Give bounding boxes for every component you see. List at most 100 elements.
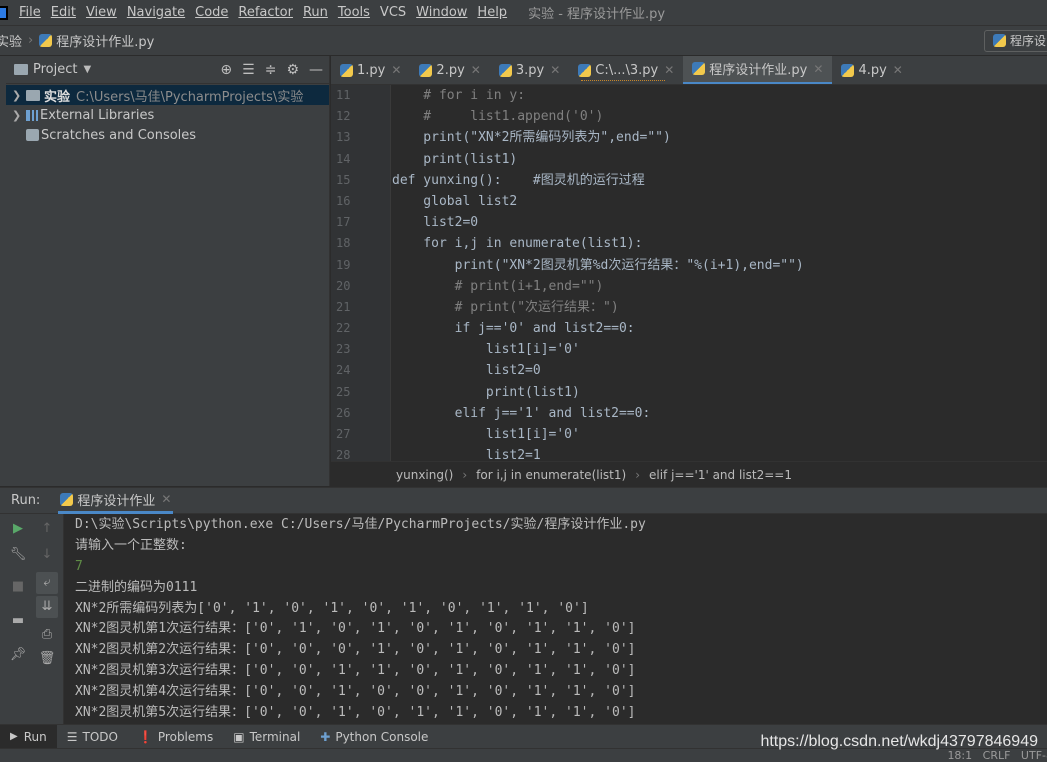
python-file-icon (498, 63, 512, 77)
soft-wrap-icon[interactable]: ⤶ (36, 572, 58, 594)
tool-label: Terminal (249, 729, 301, 744)
tab-1py[interactable]: 1.py ✕ (331, 56, 410, 84)
code-line: if j=='0' and list2==0: (392, 321, 635, 337)
python-file-icon (60, 492, 74, 506)
close-icon[interactable]: ✕ (664, 63, 674, 77)
tool-python-console[interactable]: ✚ Python Console (310, 725, 438, 749)
tab-label: 3.py (515, 62, 545, 78)
line-number: 26 (336, 405, 351, 420)
tab-label: 4.py (858, 62, 887, 78)
tab-label: 2.py (436, 62, 465, 78)
code-editor[interactable]: # for i in y: # list1.append('0') print(… (392, 85, 1047, 461)
console-line: 请输入一个正整数: (75, 537, 187, 553)
chevron-right-icon[interactable]: ❯ (12, 89, 26, 102)
nav-project[interactable]: 实验 (0, 31, 22, 50)
menu-vcs[interactable]: VCS (375, 5, 411, 20)
tree-item-external-libraries[interactable]: ❯ External Libraries (6, 105, 329, 125)
menu-code[interactable]: Code (190, 5, 233, 20)
editor-tabs: 1.py ✕ 2.py ✕ 3.py ✕ C:\...\3.py ✕ 程序设计作业.py… (331, 56, 1047, 85)
menu-window[interactable]: Window (411, 5, 472, 20)
expand-all-icon[interactable]: ☰ (242, 62, 255, 78)
list-icon: ☰ (66, 729, 78, 744)
menu-tools[interactable]: Tools (333, 5, 375, 20)
line-number: 24 (336, 363, 351, 378)
close-icon[interactable]: ✕ (161, 492, 171, 506)
watermark-url: https://blog.csdn.net/wkdj43797846949 (760, 733, 1038, 750)
tab-3py[interactable]: 3.py ✕ (490, 56, 569, 84)
tree-item-scratches[interactable]: Scratches and Consoles (6, 125, 329, 145)
close-icon[interactable]: ✕ (813, 62, 823, 76)
menu-help[interactable]: Help (472, 5, 512, 20)
line-number: 22 (336, 321, 351, 336)
tool-terminal[interactable]: ▣ Terminal (223, 725, 310, 749)
line-number: 20 (336, 278, 351, 293)
rerun-icon[interactable]: ▶ (7, 518, 29, 540)
chevron-right-icon[interactable]: ❯ (12, 109, 26, 122)
locate-icon[interactable]: ⊕ (220, 62, 232, 78)
breadcrumb-for[interactable]: for i,j in enumerate(list1) (476, 468, 626, 482)
tree-item-project-root[interactable]: ❯ 实验 C:\Users\马佳\PycharmProjects\实验 (6, 85, 329, 105)
pin-icon[interactable]: 📌︎ (7, 644, 29, 666)
tab-program-design[interactable]: 程序设计作业.py ✕ (683, 56, 833, 84)
line-number: 12 (336, 109, 351, 124)
tool-label: Run (23, 729, 47, 744)
code-line: # print(i+1,end="") (392, 278, 604, 294)
arrow-down-icon[interactable]: ↓ (36, 544, 58, 566)
tool-todo[interactable]: ☰ TODO (57, 725, 128, 749)
tool-problems[interactable]: ❗ Problems (128, 725, 223, 749)
line-number-gutter: 11 12 13 14 15 16 17 18 19 20 21 22 23 2… (331, 85, 391, 461)
breadcrumb-elif[interactable]: elif j=='1' and list2==1 (649, 468, 792, 482)
chevron-down-icon[interactable]: ▼ (83, 64, 91, 75)
close-icon[interactable]: ✕ (391, 63, 401, 77)
menu-file[interactable]: File (14, 5, 46, 20)
tab-label: 程序设计作业.py (709, 63, 808, 78)
line-number: 23 (336, 342, 351, 357)
stop-icon[interactable]: ■ (7, 576, 29, 598)
gear-icon[interactable]: ⚙ (286, 62, 299, 78)
code-breadcrumbs: yunxing() › for i,j in enumerate(list1) … (331, 461, 1047, 487)
tree-item-path: C:\Users\马佳\PycharmProjects\实验 (76, 89, 304, 105)
collapse-all-icon[interactable]: ≑ (265, 62, 277, 78)
play-icon: ▶ (10, 731, 18, 742)
hide-icon[interactable]: — (309, 62, 323, 78)
line-number: 14 (336, 151, 351, 166)
menu-navigate[interactable]: Navigate (122, 5, 190, 20)
layout-icon[interactable]: ▬ (7, 610, 29, 632)
tab-4py[interactable]: 4.py ✕ (832, 56, 911, 84)
code-line: global list2 (392, 193, 518, 209)
close-icon[interactable]: ✕ (471, 63, 481, 77)
console-line: XN*2所需编码列表为['0', '1', '0', '1', '0', '1'… (75, 600, 589, 616)
tab-label: 1.py (357, 62, 386, 78)
line-number: 17 (336, 215, 351, 230)
folder-icon (26, 89, 40, 101)
menu-refactor[interactable]: Refactor (233, 5, 298, 20)
scroll-to-end-icon[interactable]: ⇊ (36, 596, 58, 618)
tab-2py[interactable]: 2.py ✕ (410, 56, 489, 84)
close-icon[interactable]: ✕ (550, 63, 560, 77)
code-line: print(list1) (392, 151, 518, 167)
menu-view[interactable]: View (81, 5, 122, 20)
close-icon[interactable]: ✕ (893, 63, 903, 77)
run-config-selector[interactable]: 程序设 (983, 30, 1047, 52)
project-view-selector[interactable]: Project (33, 62, 77, 77)
arrow-up-icon[interactable]: ↑ (36, 518, 58, 540)
nav-file[interactable]: 程序设计作业.py (56, 31, 154, 50)
code-line: # for i in y: (392, 88, 526, 103)
run-tab[interactable]: 程序设计作业 ✕ (58, 488, 174, 514)
breadcrumb-function[interactable]: yunxing() (396, 468, 453, 482)
wrench-icon[interactable]: 🔧︎ (7, 544, 29, 566)
menu-edit[interactable]: Edit (46, 5, 81, 20)
console-line: D:\实验\Scripts\python.exe C:/Users/马佳/Pyc… (75, 517, 646, 532)
code-line: def yunxing(): #图灵机的运行过程 (392, 172, 645, 188)
tree-item-label: 实验 (44, 89, 71, 105)
run-console-output[interactable]: D:\实验\Scripts\python.exe C:/Users/马佳/Pyc… (64, 514, 1047, 724)
tool-run[interactable]: ▶ Run (0, 724, 57, 749)
trash-icon[interactable]: 🗑︎ (36, 648, 58, 670)
menu-run[interactable]: Run (298, 5, 333, 20)
tab-c-3py[interactable]: C:\...\3.py ✕ (569, 56, 683, 84)
code-line: print(list1) (392, 384, 580, 400)
print-icon[interactable]: ⎙ (36, 624, 58, 646)
info-icon: ❗ (137, 729, 153, 744)
project-panel: Project ▼ ⊕ ☰ ≑ ⚙ — ❯ 实验 C:\Users\马佳\Pyc… (6, 56, 330, 486)
console-line: XN*2图灵机第2次运行结果：['0', '0', '0', '1', '0',… (75, 642, 636, 658)
